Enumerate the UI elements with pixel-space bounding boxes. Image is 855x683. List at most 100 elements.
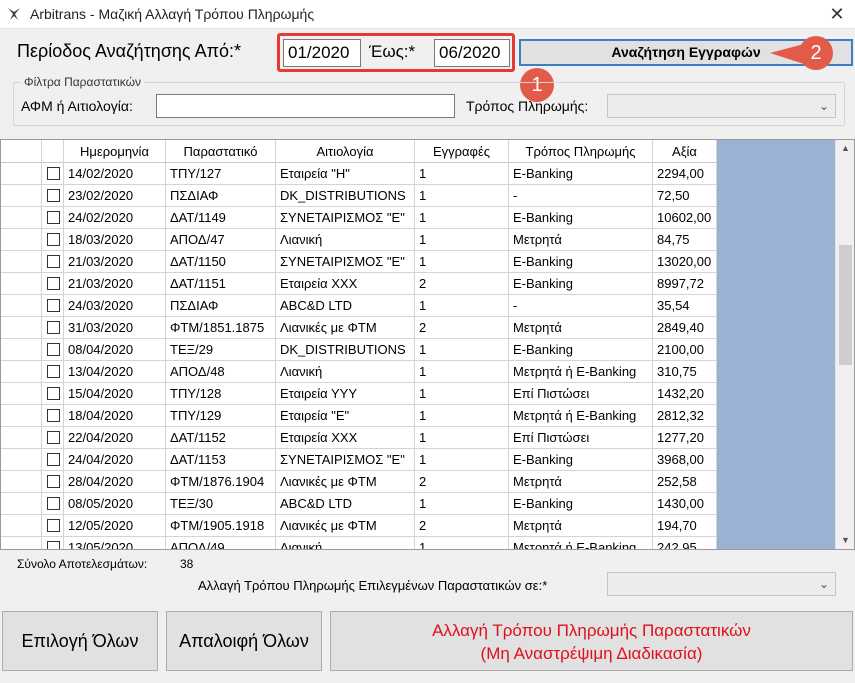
cell-payment-method: Μετρητά — [509, 471, 653, 492]
row-checkbox[interactable] — [47, 189, 60, 202]
cell-document: ΔΑΤ/1152 — [166, 427, 276, 448]
cell-document: ΔΑΤ/1149 — [166, 207, 276, 228]
cell-reason: ΣΥΝΕΤΑΙΡΙΣΜΟΣ "Ε" — [276, 207, 415, 228]
row-selector[interactable] — [1, 251, 42, 272]
row-selector[interactable] — [1, 339, 42, 360]
row-selector[interactable] — [1, 163, 42, 184]
row-selector[interactable] — [1, 405, 42, 426]
table-row[interactable]: 18/04/2020 ΤΠΥ/129 Εταιρεία "Ε" 1 Μετρητά ή … — [1, 405, 717, 427]
row-checkbox[interactable] — [47, 409, 60, 422]
row-selector[interactable] — [1, 493, 42, 514]
filters-legend: Φίλτρα Παραστατικών — [21, 75, 144, 89]
table-row[interactable]: 31/03/2020 ΦΤΜ/1851.1875 Λιανικές με ΦΤΜ 2 Μ… — [1, 317, 717, 339]
documents-grid[interactable]: Ημερομηνία Παραστατικό Αιτιολογία Εγγραφ… — [0, 139, 855, 550]
scroll-thumb[interactable] — [839, 245, 852, 365]
table-row[interactable]: 13/05/2020 ΑΠΟΔ/49 Λιανική 1 Μετρητά ή E-Ban… — [1, 537, 717, 549]
grid-scrollbar[interactable]: ▲ ▼ — [835, 140, 854, 549]
select-all-button[interactable]: Επιλογή Όλων — [2, 611, 158, 671]
cell-value: 2294,00 — [653, 163, 717, 184]
cell-document: ΦΤΜ/1905.1918 — [166, 515, 276, 536]
row-selector[interactable] — [1, 471, 42, 492]
row-checkbox[interactable] — [47, 211, 60, 224]
cell-document: ΤΕΞ/30 — [166, 493, 276, 514]
row-selector[interactable] — [1, 295, 42, 316]
table-row[interactable]: 24/02/2020 ΔΑΤ/1149 ΣΥΝΕΤΑΙΡΙΣΜΟΣ "Ε" 1 E-Ba… — [1, 207, 717, 229]
row-checkbox[interactable] — [47, 299, 60, 312]
row-checkbox[interactable] — [47, 475, 60, 488]
table-row[interactable]: 08/04/2020 ΤΕΞ/29 DK_DISTRIBUTIONS 1 E-Banki… — [1, 339, 717, 361]
row-selector[interactable] — [1, 317, 42, 338]
table-row[interactable]: 22/04/2020 ΔΑΤ/1152 Εταιρεία ΧΧΧ 1 Επί Πιστώ… — [1, 427, 717, 449]
row-selector[interactable] — [1, 273, 42, 294]
row-selector[interactable] — [1, 229, 42, 250]
afm-input[interactable] — [156, 94, 455, 118]
cell-date: 18/04/2020 — [64, 405, 166, 426]
row-selector[interactable] — [1, 449, 42, 470]
cell-entries: 2 — [415, 317, 509, 338]
table-row[interactable]: 12/05/2020 ΦΤΜ/1905.1918 Λιανικές με ΦΤΜ 2 Μ… — [1, 515, 717, 537]
row-checkbox[interactable] — [47, 365, 60, 378]
header-date[interactable]: Ημερομηνία — [64, 140, 166, 163]
clear-all-button[interactable]: Απαλοιφή Όλων — [166, 611, 322, 671]
table-row[interactable]: 18/03/2020 ΑΠΟΔ/47 Λιανική 1 Μετρητά 84,75 — [1, 229, 717, 251]
apply-button-line1: Αλλαγή Τρόπου Πληρωμής Παραστατικών — [432, 621, 751, 640]
header-check — [42, 140, 64, 163]
row-selector[interactable] — [1, 427, 42, 448]
table-row[interactable]: 21/03/2020 ΔΑΤ/1151 Εταιρεία ΧΧΧ 2 E-Banking… — [1, 273, 717, 295]
row-checkbox[interactable] — [47, 497, 60, 510]
callout-badge-2: 2 — [799, 36, 833, 70]
row-checkbox[interactable] — [47, 343, 60, 356]
table-row[interactable]: 08/05/2020 ΤΕΞ/30 ABC&D LTD 1 E-Banking 1430,… — [1, 493, 717, 515]
scroll-up-icon[interactable]: ▲ — [836, 140, 854, 157]
table-row[interactable]: 23/02/2020 ΠΣΔΙΑΦ DK_DISTRIBUTIONS 1-72,50 — [1, 185, 717, 207]
header-value[interactable]: Αξία — [653, 140, 717, 163]
row-check-cell — [42, 251, 64, 272]
row-checkbox[interactable] — [47, 255, 60, 268]
callout-pointer-icon — [770, 44, 804, 64]
header-document[interactable]: Παραστατικό — [166, 140, 276, 163]
header-entries[interactable]: Εγγραφές — [415, 140, 509, 163]
table-row[interactable]: 15/04/2020 ΤΠΥ/128 Εταιρεία ΥΥΥ 1 Επί Πιστώσ… — [1, 383, 717, 405]
table-row[interactable]: 14/02/2020 ΤΠΥ/127 Εταιρεία "Η" 1 E-Banking 2… — [1, 163, 717, 185]
row-selector[interactable] — [1, 361, 42, 382]
header-payment-method[interactable]: Τρόπος Πληρωμής — [509, 140, 653, 163]
table-row[interactable]: 13/04/2020 ΑΠΟΔ/48 Λιανική 1 Μετρητά ή E-Ban… — [1, 361, 717, 383]
close-button[interactable]: ✕ — [819, 0, 855, 28]
payment-method-select[interactable]: ⌄ — [607, 94, 836, 118]
cell-entries: 1 — [415, 493, 509, 514]
row-checkbox[interactable] — [47, 541, 60, 549]
scroll-down-icon[interactable]: ▼ — [836, 532, 854, 549]
row-checkbox[interactable] — [47, 167, 60, 180]
table-row[interactable]: 24/04/2020 ΔΑΤ/1153 ΣΥΝΕΤΑΙΡΙΣΜΟΣ "Ε" 1 E-Ba… — [1, 449, 717, 471]
cell-value: 1432,20 — [653, 383, 717, 404]
cell-document: ΤΠΥ/128 — [166, 383, 276, 404]
cell-document: ΑΠΟΔ/49 — [166, 537, 276, 549]
period-from-label: Περίοδος Αναζήτησης Από:* — [17, 41, 242, 61]
cell-value: 2812,32 — [653, 405, 717, 426]
header-reason[interactable]: Αιτιολογία — [276, 140, 415, 163]
table-row[interactable]: 21/03/2020 ΔΑΤ/1150 ΣΥΝΕΤΑΙΡΙΣΜΟΣ "Ε" 1 E-Ba… — [1, 251, 717, 273]
row-checkbox[interactable] — [47, 519, 60, 532]
row-selector[interactable] — [1, 515, 42, 536]
cell-reason: Εταιρεία ΥΥΥ — [276, 383, 415, 404]
row-selector[interactable] — [1, 185, 42, 206]
cell-reason: Εταιρεία "Η" — [276, 163, 415, 184]
cell-date: 08/05/2020 — [64, 493, 166, 514]
row-checkbox[interactable] — [47, 387, 60, 400]
row-selector[interactable] — [1, 207, 42, 228]
row-selector[interactable] — [1, 537, 42, 549]
row-checkbox[interactable] — [47, 233, 60, 246]
table-row[interactable]: 24/03/2020 ΠΣΔΙΑΦ ABC&D LTD 1-35,54 — [1, 295, 717, 317]
row-checkbox[interactable] — [47, 321, 60, 334]
table-row[interactable]: 28/04/2020 ΦΤΜ/1876.1904 Λιανικές με ΦΤΜ 2 Μ… — [1, 471, 717, 493]
row-checkbox[interactable] — [47, 277, 60, 290]
row-check-cell — [42, 427, 64, 448]
row-selector[interactable] — [1, 383, 42, 404]
apply-payment-change-button[interactable]: Αλλαγή Τρόπου Πληρωμής Παραστατικών (Μη … — [330, 611, 853, 671]
row-checkbox[interactable] — [47, 453, 60, 466]
cell-entries: 1 — [415, 537, 509, 549]
row-check-cell — [42, 405, 64, 426]
row-checkbox[interactable] — [47, 431, 60, 444]
new-payment-method-select[interactable]: ⌄ — [607, 572, 836, 596]
row-check-cell — [42, 163, 64, 184]
